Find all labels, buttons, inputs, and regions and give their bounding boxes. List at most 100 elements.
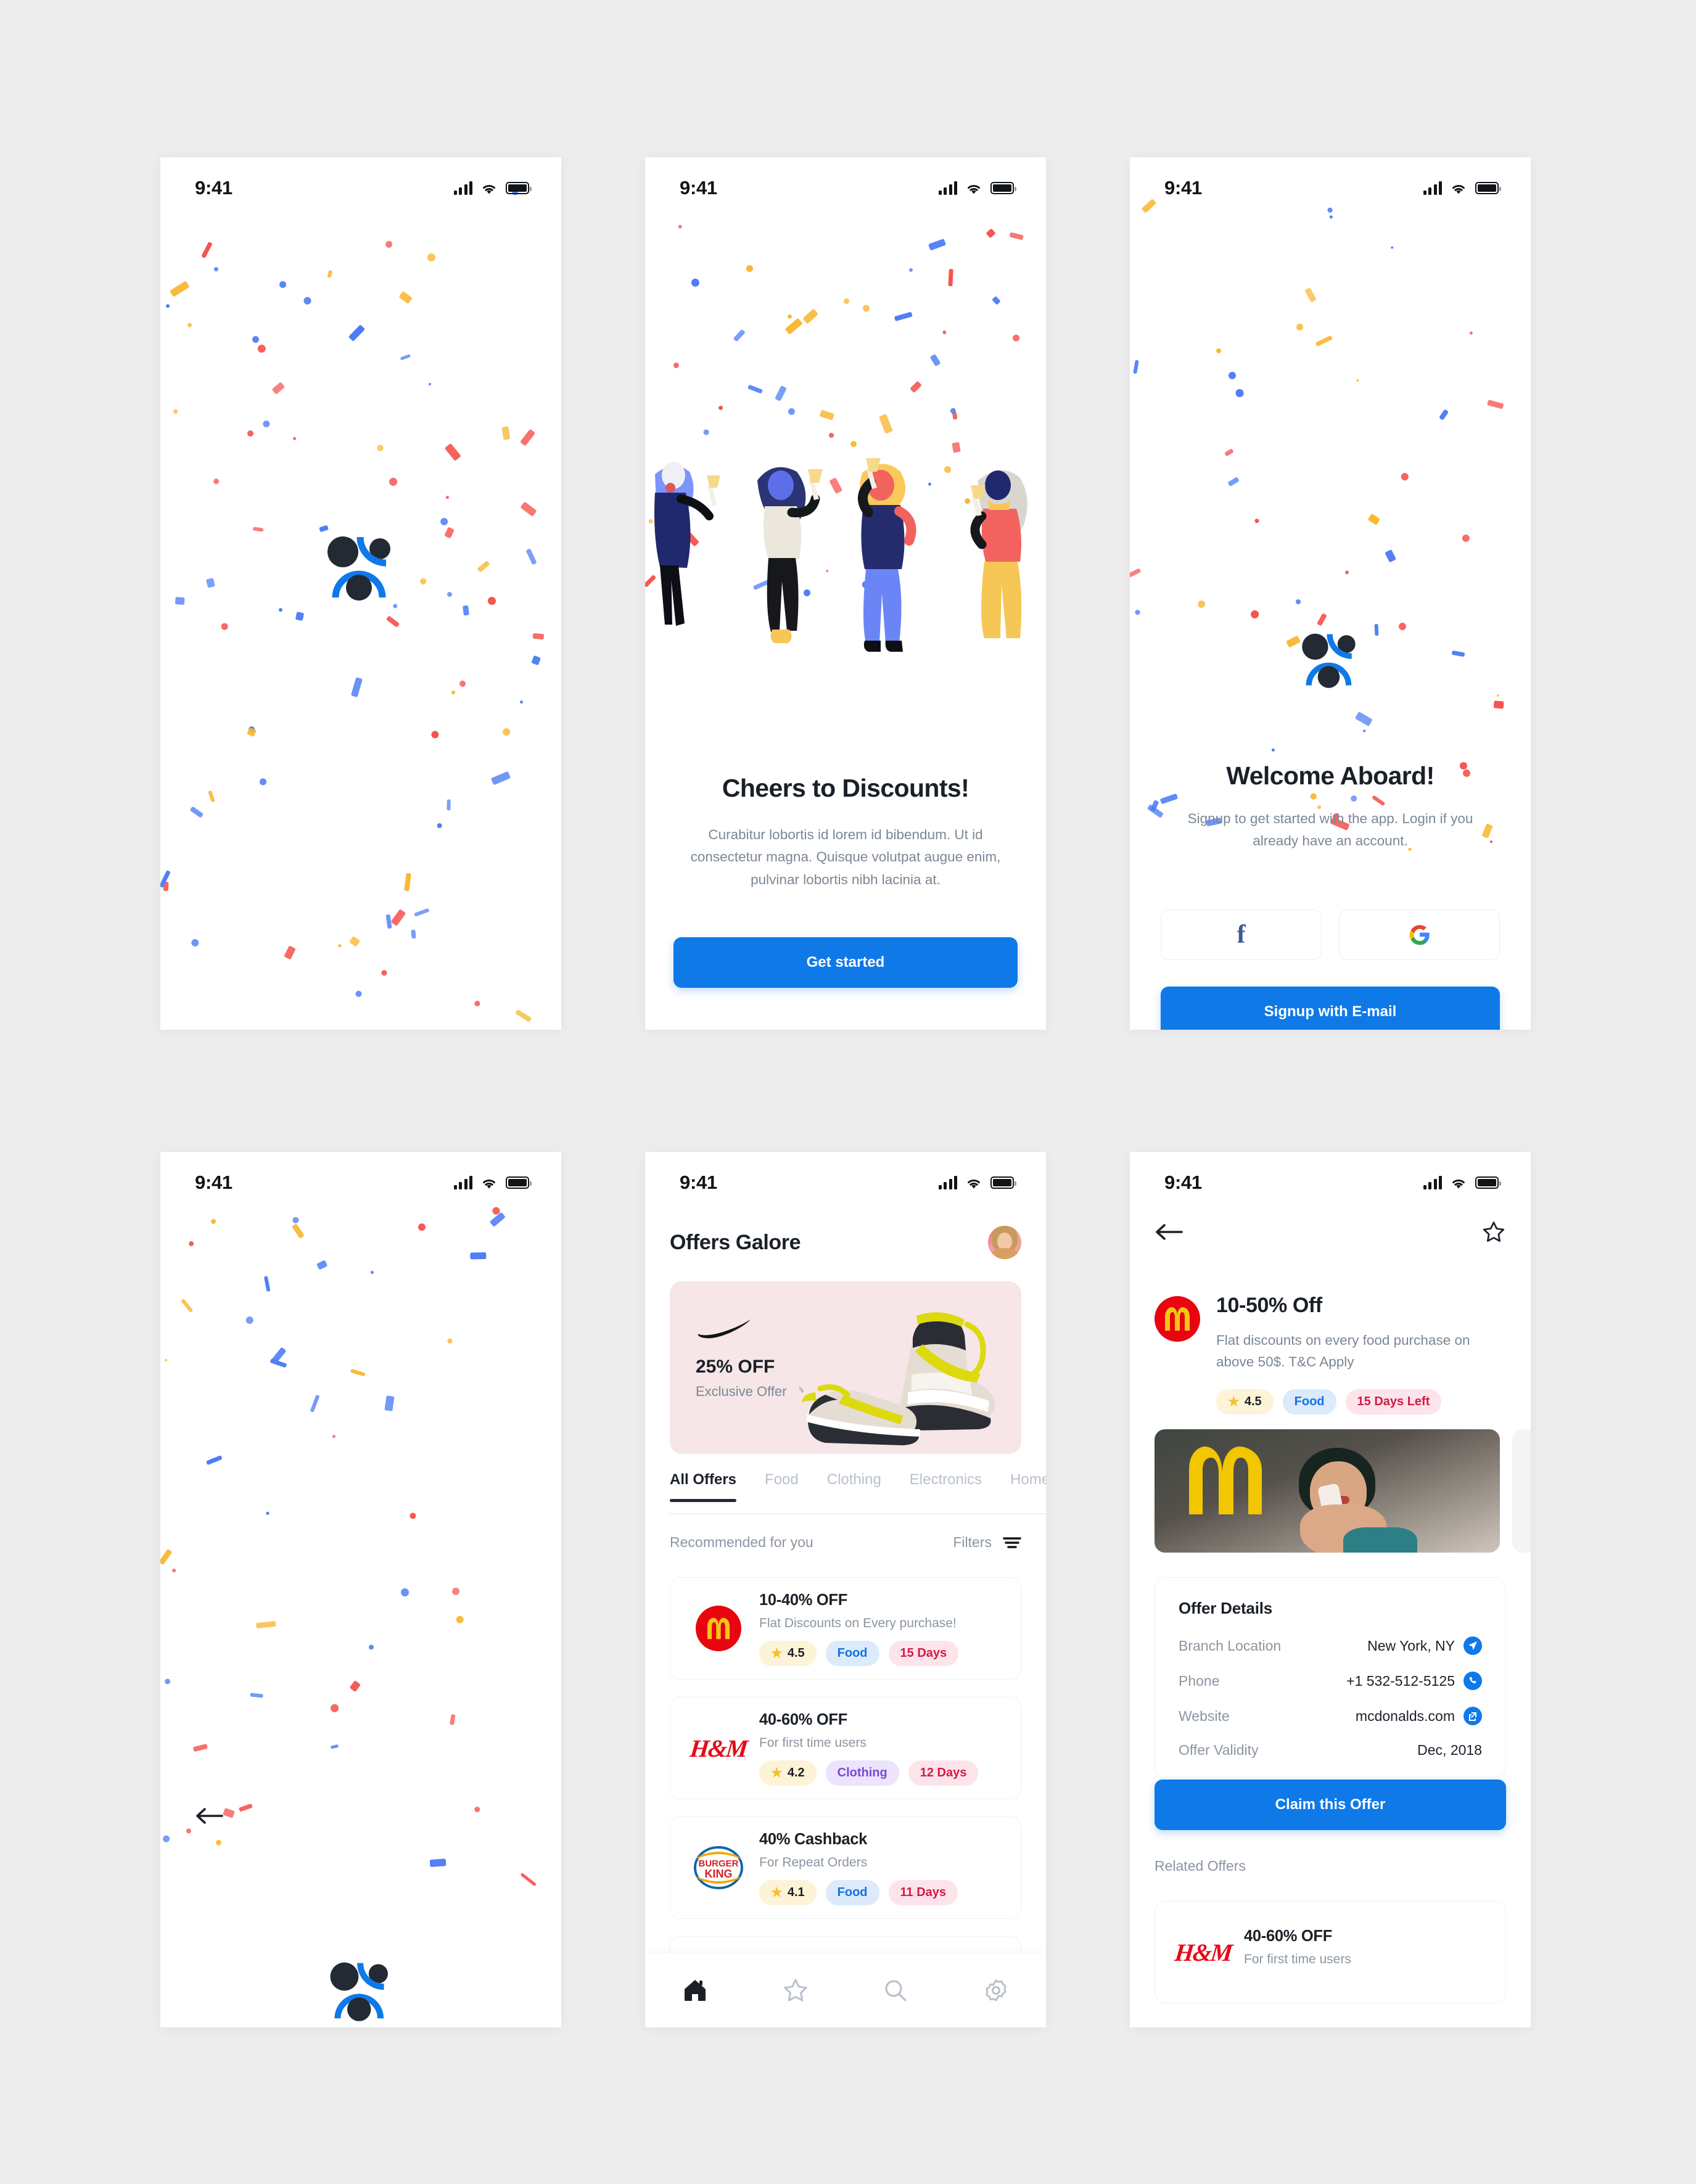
detail-row-key: Branch Location [1179,1637,1282,1654]
confetti-piece [390,909,406,926]
confetti-piece [828,432,835,439]
confetti-piece [408,1511,417,1520]
navigate-icon[interactable] [1463,1636,1482,1655]
offer-card[interactable]: H&M 40-60% OFF For first time users ★ 4.2 Clo… [670,1697,1021,1799]
search-icon[interactable] [882,1977,909,2004]
tab-electronics[interactable]: Electronics [910,1471,982,1502]
confetti-piece [1295,322,1305,332]
tab-home[interactable]: Home [1010,1471,1046,1502]
confetti-piece [678,224,683,229]
status-bar: 9:41 [1130,157,1531,205]
confetti-piece [1362,729,1367,733]
days-tag: 15 Days Left [1345,1389,1442,1414]
detail-row: Offer Validity Dec, 2018 [1179,1742,1482,1759]
status-bar: 9:41 [645,1152,1046,1200]
offer-card[interactable]: BURGER KING 40% Cashback For Repeat Orders ★… [670,1817,1021,1919]
confetti-piece [458,679,466,688]
burger-king-logo: BURGER KING [683,1845,754,1890]
tab-food[interactable]: Food [765,1471,799,1502]
signup-email-label: Signup with E-mail [1161,987,1500,1030]
confetti-piece [862,305,870,312]
battery-icon [506,1176,532,1189]
google-signup-button[interactable] [1339,909,1500,960]
confetti-piece [775,385,787,402]
screen-onboarding: 9:41 Cheers to Discounts! Curabitur lobo… [645,157,1046,1030]
tab-clothing[interactable]: Clothing [827,1471,881,1502]
confetti-piece [279,281,287,289]
phone-icon[interactable] [1463,1672,1482,1690]
hm-logo: H&M [683,1734,754,1763]
confetti-piece [450,1586,461,1597]
back-button[interactable] [195,1805,223,1829]
avatar[interactable] [988,1226,1021,1259]
confetti-piece [1385,549,1397,563]
confetti-piece [1367,514,1381,526]
home-icon[interactable] [681,1977,709,2004]
people-logo-icon [327,536,390,601]
external-link-icon[interactable] [1463,1707,1482,1725]
get-started-button[interactable]: Get started [673,937,1018,988]
related-offer-card[interactable]: H&M 40-60% OFF For first time users [1155,1901,1506,2003]
offer-title: 10-40% OFF [759,1591,847,1609]
status-time: 9:41 [1164,1172,1202,1193]
hero-offer-banner[interactable]: 25% OFF Exclusive Offer [670,1281,1021,1454]
rating-tag: ★ 4.5 [759,1640,817,1666]
confetti-piece [418,1223,426,1231]
mcdonalds-logo [683,1606,754,1651]
back-arrow-icon[interactable] [1155,1221,1183,1242]
battery-icon [1475,1176,1501,1189]
welcome-body: Signup to get started with the app. Logi… [1187,811,1473,849]
star-glyph: ★ [771,1646,783,1661]
photo-shirt [1343,1527,1417,1553]
offer-card[interactable]: 10-40% OFF Flat Discounts on Every purcha… [670,1577,1021,1680]
confetti-piece [330,1744,339,1749]
confetti-piece [1146,804,1164,818]
photo-carousel[interactable] [1155,1429,1531,1553]
confetti-piece [519,700,524,704]
wifi-icon [483,184,495,194]
status-bar: 9:41 [160,157,561,205]
gear-icon[interactable] [982,1977,1010,2004]
confetti-piece [186,322,193,329]
detail-row-value: New York, NY [1367,1637,1455,1654]
offer-description: Flat Discounts on Every purchase! [759,1615,957,1630]
offer-description: For Repeat Orders [759,1855,868,1870]
confetti-piece [348,324,366,342]
tabs-rule [670,1513,1046,1514]
confetti-piece [250,1693,263,1698]
confetti-piece [1009,232,1024,240]
detail-row: Phone +1 532-512-5125 [1179,1672,1482,1690]
detail-toolbar [1155,1220,1506,1244]
confetti-piece [185,1828,192,1834]
confetti-piece [213,266,220,273]
tab-all-offers[interactable]: All Offers [670,1471,737,1502]
status-time: 9:41 [1164,177,1202,199]
confetti-piece [316,1260,328,1270]
confetti-piece [392,603,398,609]
confetti-piece [986,228,996,239]
photo-person [1284,1448,1417,1553]
confetti-piece [350,1368,366,1377]
recommended-row: Recommended for you Filters [670,1534,1021,1551]
claim-offer-button[interactable]: Claim this Offer [1155,1780,1506,1830]
facebook-signup-button[interactable]: f [1161,909,1322,960]
confetti-layer-login [160,1152,561,2027]
confetti-piece [327,269,333,278]
confetti-piece [703,429,710,436]
confetti-piece [718,405,723,411]
confetti-piece [1135,609,1140,615]
detail-row-value: +1 532-512-5125 [1346,1672,1455,1689]
filters-control[interactable]: Filters [953,1534,1021,1551]
category-tag: Food [1282,1389,1336,1414]
confetti-piece [1399,471,1410,482]
confetti-piece [245,429,255,438]
confetti-piece [368,1644,374,1650]
signup-email-button[interactable]: Signup with E-mail [1161,987,1500,1030]
confetti-piece [843,298,850,305]
star-outline-icon[interactable] [1481,1220,1506,1244]
filters-label: Filters [953,1534,992,1550]
screen-splash: 9:41 [160,157,561,1030]
star-icon[interactable] [782,1977,809,2004]
photo-next-peek [1512,1429,1531,1553]
confetti-piece [910,381,922,393]
